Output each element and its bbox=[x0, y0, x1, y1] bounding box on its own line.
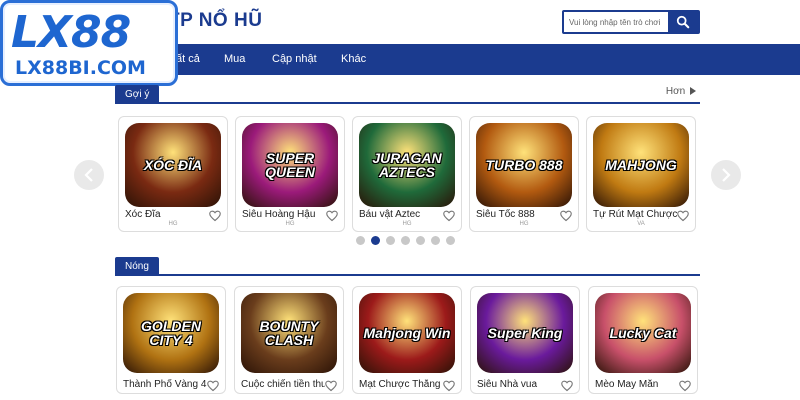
more-label: Hơn bbox=[665, 86, 686, 97]
search-button[interactable] bbox=[668, 12, 698, 32]
game-card[interactable]: MAHJONG Tự Rút Mạt Chược VA bbox=[586, 116, 696, 232]
game-name: Siêu Tốc 888 bbox=[476, 209, 535, 220]
game-card[interactable]: BOUNTY CLASH Cuộc chiến tiền thưởng bbox=[234, 286, 344, 394]
game-art-title: Mahjong Win bbox=[363, 325, 451, 341]
heart-icon[interactable] bbox=[560, 209, 572, 222]
chevron-right-icon bbox=[722, 168, 731, 182]
game-name: Mèo May Mắn bbox=[595, 379, 659, 390]
game-thumbnail[interactable]: GOLDEN CITY 4 bbox=[123, 293, 219, 373]
game-thumbnail[interactable]: Lucky Cat bbox=[595, 293, 691, 373]
game-name: Cuộc chiến tiền thưởng bbox=[241, 379, 325, 390]
carousel-dot[interactable] bbox=[386, 236, 395, 245]
game-thumbnail[interactable]: SUPER QUEEN bbox=[242, 123, 338, 207]
section-suggest-header: Gợi ý Hơn bbox=[115, 84, 700, 104]
search-icon bbox=[676, 15, 690, 29]
heart-icon[interactable] bbox=[679, 379, 691, 392]
more-link[interactable]: Hơn bbox=[666, 86, 696, 97]
game-name: Thành Phố Vàng 4 bbox=[123, 379, 207, 390]
game-art-title: Lucky Cat bbox=[609, 325, 677, 341]
heart-icon[interactable] bbox=[443, 209, 455, 222]
carousel-dot[interactable] bbox=[371, 236, 380, 245]
game-thumbnail[interactable]: JURAGAN AZTECS bbox=[359, 123, 455, 207]
nav-item-buy[interactable]: Mua bbox=[224, 53, 245, 65]
section-hot-header: Nóng bbox=[115, 256, 700, 276]
game-art-title: TURBO 888 bbox=[485, 157, 563, 173]
game-art-title: JURAGAN AZTECS bbox=[372, 150, 442, 180]
chevron-left-icon bbox=[84, 168, 93, 182]
game-art-title: GOLDEN CITY 4 bbox=[141, 318, 201, 348]
heart-icon[interactable] bbox=[209, 209, 221, 222]
game-art-title: MAHJONG bbox=[605, 157, 677, 173]
carousel-next-button[interactable] bbox=[711, 160, 741, 190]
carousel-dot[interactable] bbox=[401, 236, 410, 245]
nav-item-all[interactable]: ất cả bbox=[176, 53, 200, 65]
tab-suggest[interactable]: Gợi ý bbox=[115, 85, 160, 104]
game-card[interactable]: XÓC ĐĨA Xóc Đĩa HG bbox=[118, 116, 228, 232]
carousel-dots bbox=[356, 236, 455, 245]
game-name: Xóc Đĩa bbox=[125, 209, 161, 220]
heart-icon[interactable] bbox=[325, 379, 337, 392]
page-title: TP NỔ HŨ bbox=[168, 10, 263, 31]
caret-right-icon bbox=[690, 87, 696, 96]
game-card[interactable]: Mahjong Win Mạt Chược Thắng bbox=[352, 286, 462, 394]
search-input[interactable] bbox=[564, 12, 668, 32]
search-box bbox=[562, 10, 700, 34]
carousel-dot[interactable] bbox=[356, 236, 365, 245]
carousel-dot[interactable] bbox=[446, 236, 455, 245]
heart-icon[interactable] bbox=[326, 209, 338, 222]
carousel-dot[interactable] bbox=[416, 236, 425, 245]
heart-icon[interactable] bbox=[677, 209, 689, 222]
game-art-title: XÓC ĐĨA bbox=[143, 157, 203, 173]
carousel-dot[interactable] bbox=[431, 236, 440, 245]
game-art-title: BOUNTY CLASH bbox=[259, 318, 319, 348]
game-thumbnail[interactable]: Super King bbox=[477, 293, 573, 373]
logo-domain: LX88BI.COM bbox=[15, 57, 146, 79]
nav-item-other[interactable]: Khác bbox=[341, 53, 366, 65]
game-card[interactable]: GOLDEN CITY 4 Thành Phố Vàng 4 bbox=[116, 286, 226, 394]
game-art-title: Super King bbox=[487, 325, 563, 341]
game-name: Siêu Nhà vua bbox=[477, 379, 538, 390]
tab-hot[interactable]: Nóng bbox=[115, 257, 159, 276]
game-thumbnail[interactable]: BOUNTY CLASH bbox=[241, 293, 337, 373]
logo-wordmark: LX88 bbox=[11, 7, 131, 58]
carousel-prev-button[interactable] bbox=[74, 160, 104, 190]
game-thumbnail[interactable]: Mahjong Win bbox=[359, 293, 455, 373]
game-thumbnail[interactable]: TURBO 888 bbox=[476, 123, 572, 207]
game-thumbnail[interactable]: XÓC ĐĨA bbox=[125, 123, 221, 207]
brand-logo[interactable]: LX88 LX88BI.COM bbox=[0, 0, 178, 86]
game-card[interactable]: TURBO 888 Siêu Tốc 888 HG bbox=[469, 116, 579, 232]
game-card[interactable]: JURAGAN AZTECS Báu vật Aztec HG bbox=[352, 116, 462, 232]
game-card[interactable]: Super King Siêu Nhà vua bbox=[470, 286, 580, 394]
heart-icon[interactable] bbox=[443, 379, 455, 392]
heart-icon[interactable] bbox=[561, 379, 573, 392]
game-card[interactable]: SUPER QUEEN Siêu Hoàng Hậu HG bbox=[235, 116, 345, 232]
game-name: Siêu Hoàng Hậu bbox=[242, 209, 316, 220]
game-card[interactable]: Lucky Cat Mèo May Mắn bbox=[588, 286, 698, 394]
game-name: Tự Rút Mạt Chược bbox=[593, 209, 677, 220]
heart-icon[interactable] bbox=[207, 379, 219, 392]
game-name: Mạt Chược Thắng bbox=[359, 379, 441, 390]
game-thumbnail[interactable]: MAHJONG bbox=[593, 123, 689, 207]
game-name: Báu vật Aztec bbox=[359, 209, 421, 220]
game-art-title: SUPER QUEEN bbox=[265, 150, 315, 180]
nav-item-updated[interactable]: Cập nhật bbox=[272, 53, 317, 65]
